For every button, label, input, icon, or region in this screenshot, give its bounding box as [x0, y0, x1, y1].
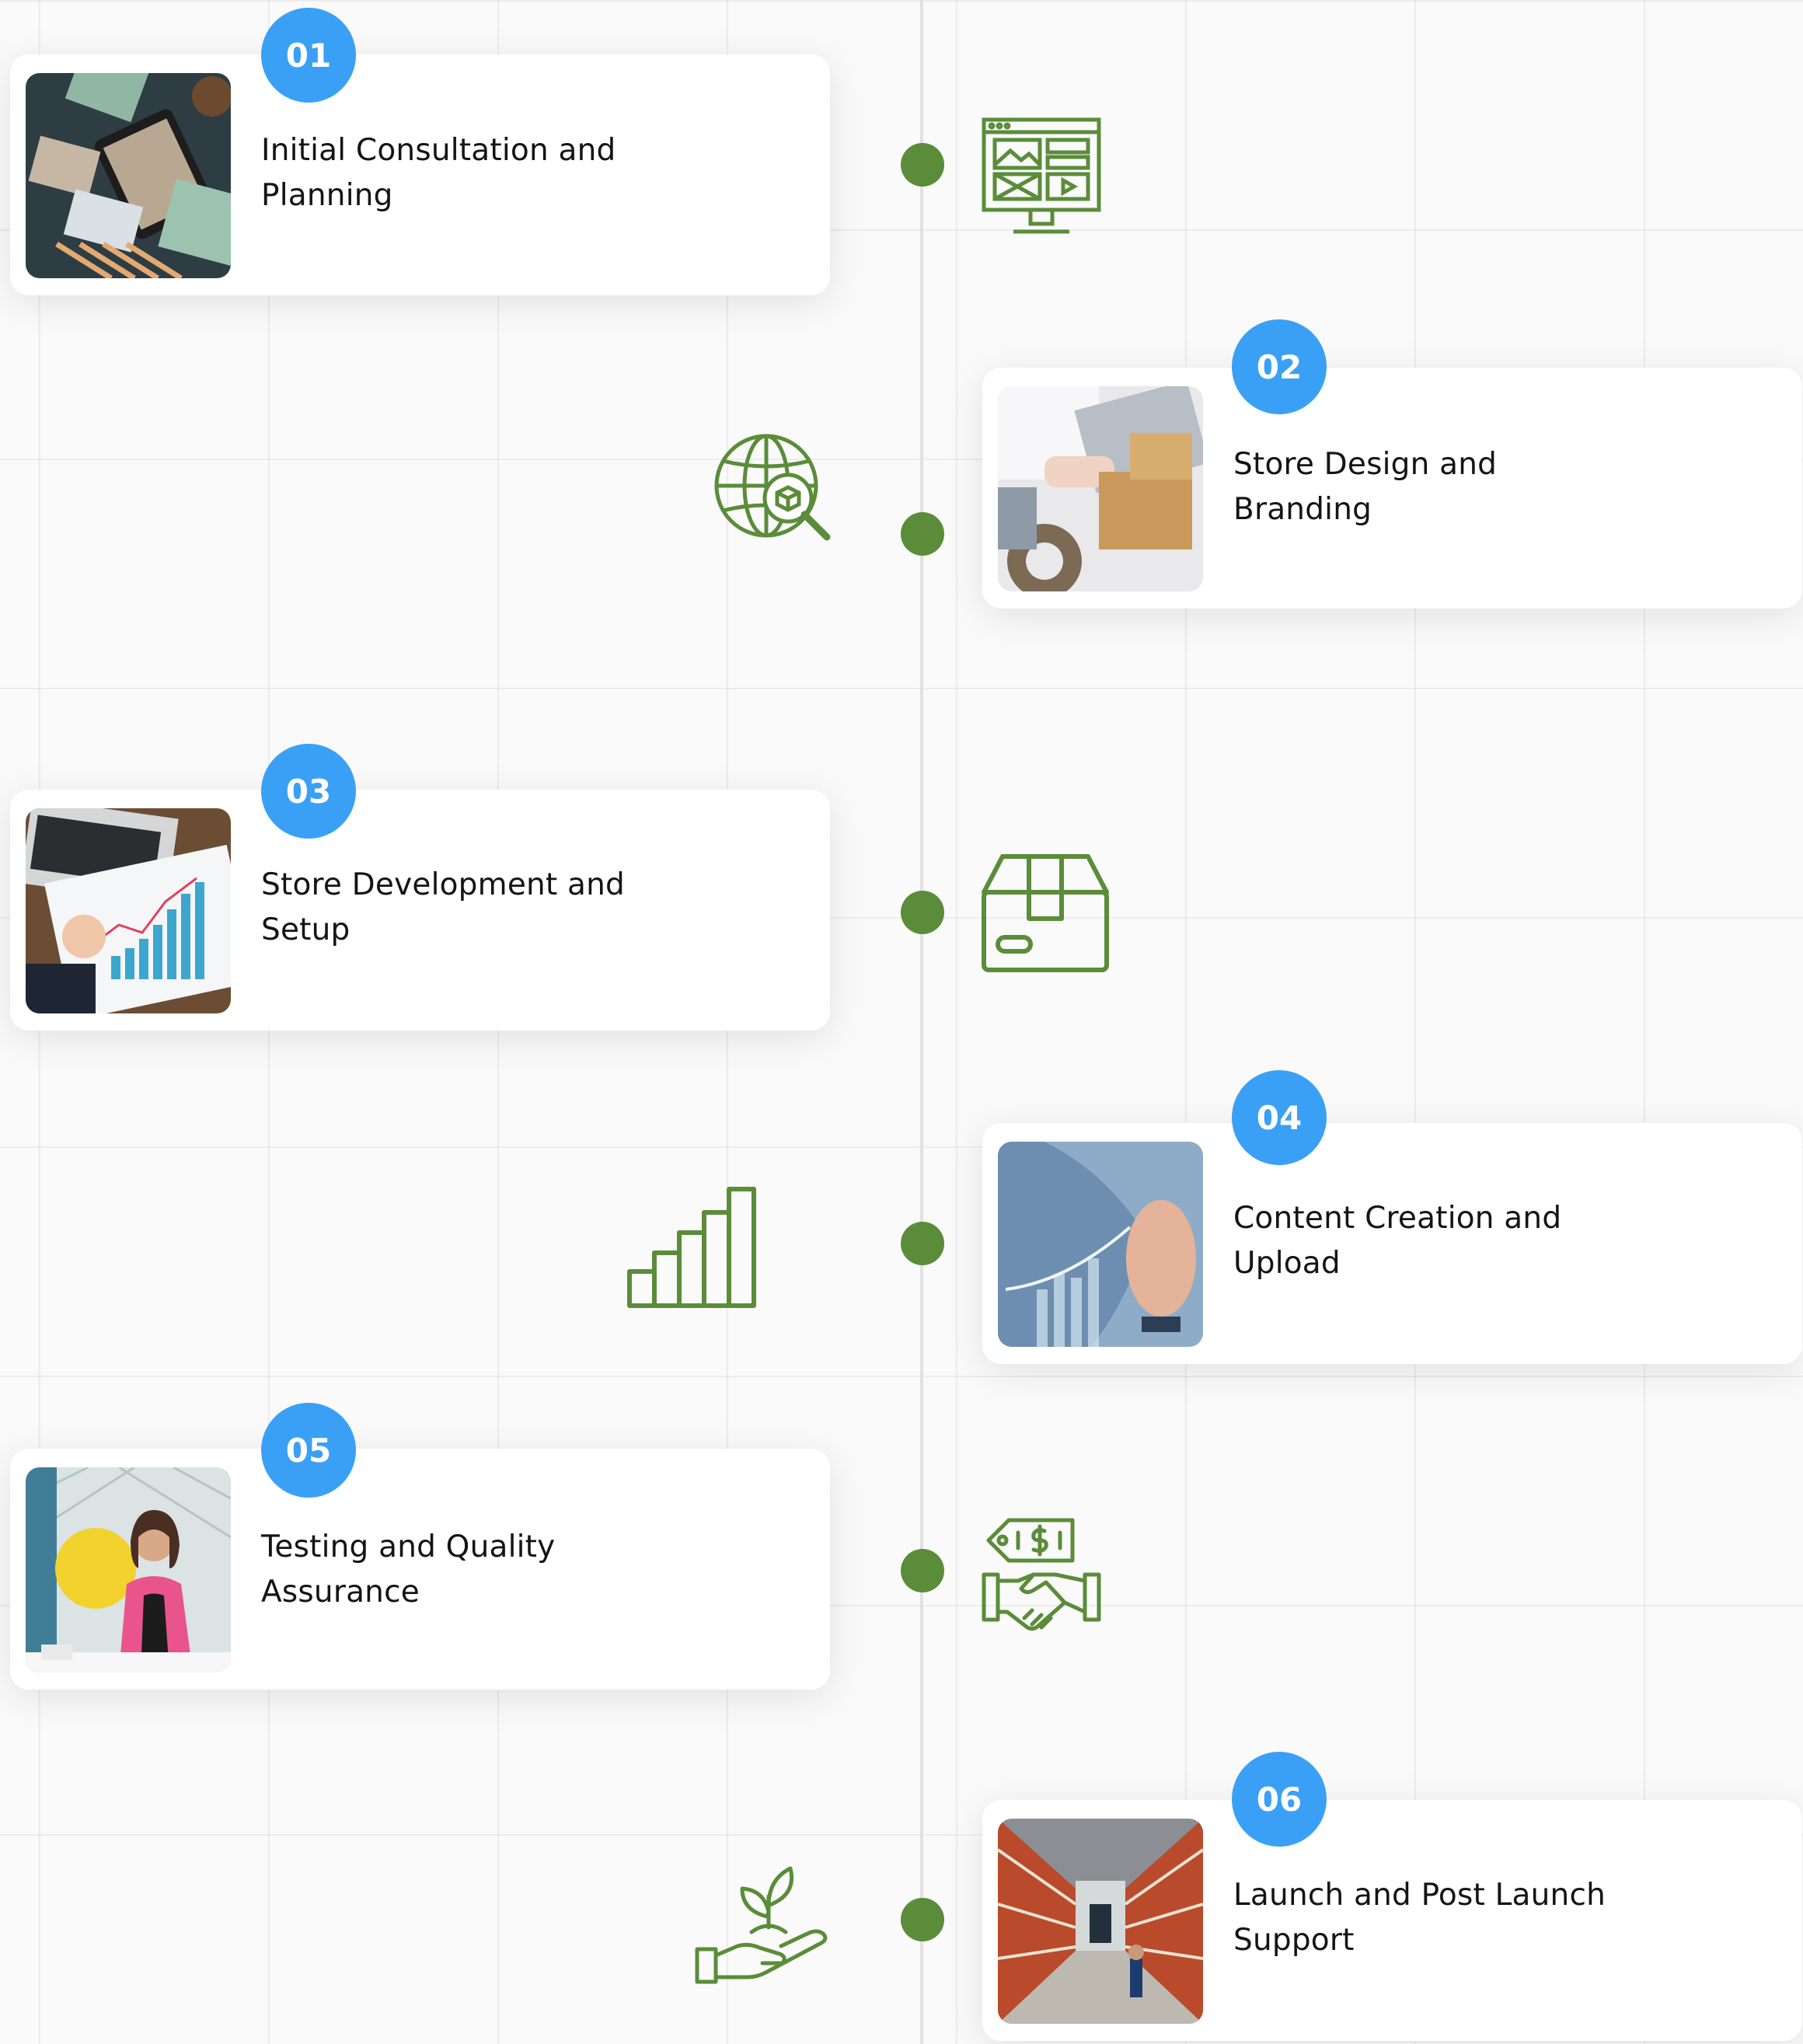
step-photo-04: [998, 1142, 1203, 1347]
step-number-badge-03: 03: [261, 744, 356, 839]
step-title-03: Store Development and Setup: [261, 867, 625, 947]
step-title-04: Content Creation and Upload: [1233, 1201, 1562, 1281]
step-photo-02: [998, 386, 1203, 591]
timeline-dot-03: [901, 891, 944, 934]
timeline-dot-01: [901, 143, 944, 187]
step-photo-05: [26, 1467, 231, 1673]
step-card-06: Launch and Post Launch Support: [982, 1800, 1802, 2041]
timeline-line: [920, 0, 923, 2044]
step-card-04: Content Creation and Upload: [982, 1123, 1802, 1364]
step-title-02: Store Design and Branding: [1233, 447, 1498, 527]
step-card-05: Testing and Quality Assurance: [10, 1449, 830, 1690]
step-number-badge-06: 06: [1232, 1752, 1327, 1847]
timeline-dot-05: [901, 1549, 944, 1592]
step-photo-03: [26, 808, 231, 1013]
step-title-05: Testing and Quality Assurance: [261, 1530, 556, 1610]
step-card-02: Store Design and Branding: [982, 368, 1802, 609]
package-box-icon: [981, 853, 1110, 975]
step-card-01: Initial Consultation and Planning: [10, 54, 830, 295]
timeline-dot-06: [901, 1898, 944, 1941]
step-card-03: Store Development and Setup: [10, 790, 830, 1031]
globe-search-icon: [712, 431, 833, 553]
timeline-dot-04: [901, 1222, 944, 1265]
timeline-dot-02: [901, 512, 944, 556]
step-number-badge-02: 02: [1232, 319, 1327, 414]
step-number-badge-04: 04: [1232, 1070, 1327, 1165]
step-photo-06: [998, 1819, 1203, 2024]
step-number-badge-05: 05: [261, 1403, 356, 1498]
web-design-monitor-icon: [981, 117, 1102, 238]
step-number-badge-01: 01: [261, 8, 356, 103]
step-photo-01: [26, 73, 231, 278]
plant-in-hand-icon: [694, 1862, 834, 1986]
bar-growth-icon: [626, 1184, 782, 1309]
step-title-06: Launch and Post Launch Support: [1233, 1878, 1606, 1958]
handshake-price-tag-icon: [981, 1514, 1102, 1635]
step-title-01: Initial Consultation and Planning: [261, 133, 616, 213]
